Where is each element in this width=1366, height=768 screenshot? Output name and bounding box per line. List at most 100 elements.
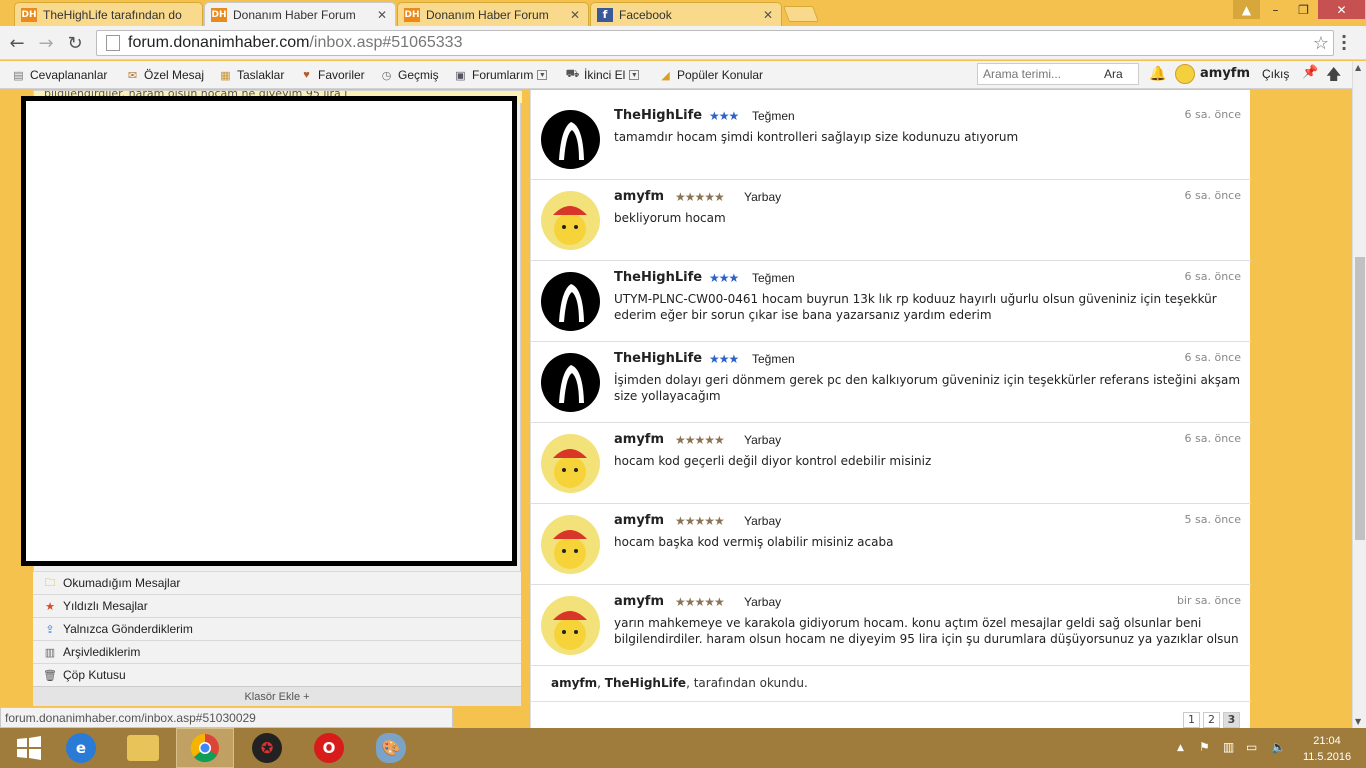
back-arrow-icon[interactable]: ← bbox=[6, 32, 28, 54]
thehighlife-avatar[interactable] bbox=[541, 353, 600, 412]
system-clock[interactable]: 21:04 11.5.2016 bbox=[1300, 733, 1354, 765]
nav-favoriler[interactable]: ♥ Favoriler bbox=[299, 66, 364, 84]
display-icon[interactable]: ▭ bbox=[1246, 740, 1257, 754]
minimize-button[interactable]: – bbox=[1262, 0, 1289, 19]
tab-thehighlife[interactable]: DH TheHighLife tarafından do bbox=[14, 2, 203, 26]
url-path: /inbox.asp#51065333 bbox=[309, 34, 463, 51]
rank-stars-icon: ★★★ bbox=[709, 352, 739, 366]
reader-name[interactable]: TheHighLife bbox=[605, 676, 686, 690]
nav-gecmis[interactable]: ◷ Geçmiş bbox=[379, 66, 439, 84]
file-explorer-taskbar[interactable] bbox=[114, 728, 172, 768]
dropdown-arrow-icon[interactable]: ▼ bbox=[629, 70, 640, 80]
chrome-menu-icon[interactable]: · · · bbox=[1341, 29, 1347, 57]
bookmark-star-icon[interactable]: ☆ bbox=[1313, 33, 1329, 54]
new-tab-button[interactable] bbox=[783, 6, 819, 22]
read-suffix: , tarafından okundu. bbox=[686, 676, 808, 690]
message-time: 6 sa. önce bbox=[1184, 189, 1241, 202]
amyfm-avatar[interactable] bbox=[541, 515, 600, 574]
message-author[interactable]: TheHighLife bbox=[614, 351, 702, 366]
tab-donanimhaber-active[interactable]: DH Donanım Haber Forum ✕ bbox=[204, 2, 396, 26]
nav-populer-konular[interactable]: ◢ Popüler Konular bbox=[658, 66, 763, 84]
message-author[interactable]: TheHighLife bbox=[614, 270, 702, 285]
maximize-button[interactable]: ❐ bbox=[1290, 0, 1317, 19]
message-text: hocam kod geçerli değil diyor kontrol ed… bbox=[614, 454, 932, 468]
reader-name[interactable]: amyfm bbox=[551, 676, 597, 690]
user-rank: Teğmen bbox=[752, 271, 795, 285]
page-scrollbar[interactable]: ▲ ▼ bbox=[1352, 61, 1366, 728]
bell-icon[interactable]: 🔔 bbox=[1149, 66, 1166, 82]
nav-cevaplananlar[interactable]: ▤ Cevaplananlar bbox=[11, 66, 107, 84]
nav-forumlarim[interactable]: ▣ Forumlarım ▼ bbox=[453, 66, 548, 84]
amyfm-avatar[interactable] bbox=[541, 596, 600, 655]
add-folder-button[interactable]: Klasör Ekle + bbox=[33, 686, 521, 706]
amyfm-avatar[interactable] bbox=[541, 191, 600, 250]
page-1-button[interactable]: 1 bbox=[1183, 712, 1200, 728]
message-text: hocam başka kod vermiş olabilir misiniz … bbox=[614, 535, 894, 549]
tab-donanimhaber[interactable]: DH Donanım Haber Forum ✕ bbox=[397, 2, 589, 26]
close-tab-icon[interactable]: ✕ bbox=[761, 8, 775, 22]
message-author[interactable]: amyfm bbox=[614, 189, 664, 204]
folder-unread[interactable]: 🗀 Okumadığım Mesajlar bbox=[33, 571, 521, 594]
message-item: amyfm ★★★★★ Yarbay 6 sa. önce hocam kod … bbox=[531, 423, 1251, 504]
nav-label: Forumlarım bbox=[472, 68, 534, 82]
network-icon[interactable]: ▥ bbox=[1223, 740, 1234, 754]
message-author[interactable]: amyfm bbox=[614, 594, 664, 609]
user-profile-icon[interactable]: ▲ bbox=[1233, 0, 1260, 19]
folder-starred[interactable]: ★ Yıldızlı Mesajlar bbox=[33, 594, 521, 617]
internet-explorer-taskbar[interactable]: e bbox=[52, 728, 110, 768]
clock-date: 11.5.2016 bbox=[1302, 751, 1352, 763]
page-3-button[interactable]: 3 bbox=[1223, 712, 1240, 728]
scroll-up-arrow-icon[interactable]: ▲ bbox=[1355, 63, 1361, 72]
search-input[interactable] bbox=[978, 67, 1104, 81]
nav-ozel-mesaj[interactable]: ✉ Özel Mesaj bbox=[125, 66, 204, 84]
user-rank: Teğmen bbox=[752, 352, 795, 366]
dh-favicon-icon: DH bbox=[21, 7, 37, 22]
forward-arrow-icon[interactable]: → bbox=[35, 32, 57, 54]
address-bar[interactable]: forum.donanimhaber.com/inbox.asp#5106533… bbox=[96, 30, 1334, 56]
close-tab-icon[interactable]: ✕ bbox=[375, 8, 389, 22]
thehighlife-avatar[interactable] bbox=[541, 272, 600, 331]
chrome-taskbar[interactable] bbox=[176, 728, 234, 768]
tab-facebook[interactable]: f Facebook ✕ bbox=[590, 2, 782, 26]
message-time: 6 sa. önce bbox=[1184, 108, 1241, 121]
scrollbar-thumb[interactable] bbox=[1355, 257, 1365, 540]
app-taskbar[interactable]: ✪ bbox=[238, 728, 296, 768]
tray-chevron-icon[interactable]: ▲ bbox=[1177, 743, 1184, 753]
folder-sent[interactable]: ⇪ Yalnızca Gönderdiklerim bbox=[33, 617, 521, 640]
start-button[interactable] bbox=[0, 728, 58, 768]
folder-archive[interactable]: ▥ Arşivlediklerim bbox=[33, 640, 521, 663]
read-receipt: amyfm, TheHighLife, tarafından okundu. bbox=[531, 666, 1251, 702]
close-tab-icon[interactable]: ✕ bbox=[568, 8, 582, 22]
user-avatar[interactable] bbox=[1175, 64, 1195, 84]
dropdown-arrow-icon[interactable]: ▼ bbox=[537, 70, 548, 80]
nav-label: İkinci El bbox=[584, 68, 626, 82]
message-author[interactable]: amyfm bbox=[614, 513, 664, 528]
opera-taskbar[interactable]: O bbox=[300, 728, 358, 768]
page-2-button[interactable]: 2 bbox=[1203, 712, 1220, 728]
scroll-top-icon[interactable]: 🡅 bbox=[1326, 64, 1341, 89]
folder-trash[interactable]: 🗑 Çöp Kutusu bbox=[33, 663, 521, 686]
close-window-button[interactable]: ✕ bbox=[1318, 0, 1365, 19]
thehighlife-avatar[interactable] bbox=[541, 110, 600, 169]
volume-icon[interactable]: 🔈 bbox=[1271, 740, 1286, 754]
url-host: forum.donanimhaber.com bbox=[128, 34, 310, 51]
amyfm-avatar[interactable] bbox=[541, 434, 600, 493]
scroll-down-arrow-icon[interactable]: ▼ bbox=[1355, 717, 1361, 726]
search-button[interactable]: Ara bbox=[1104, 67, 1123, 81]
nav-label: Taslaklar bbox=[237, 68, 285, 82]
paint-taskbar[interactable]: 🎨 bbox=[362, 728, 420, 768]
action-center-icon[interactable]: ⚑ bbox=[1199, 740, 1210, 754]
username-link[interactable]: amyfm bbox=[1200, 66, 1250, 81]
nav-ikinci-el[interactable]: ⛟ İkinci El ▼ bbox=[565, 66, 640, 84]
message-author[interactable]: TheHighLife bbox=[614, 108, 702, 123]
popular-icon: ◢ bbox=[661, 69, 670, 82]
nav-taslaklar[interactable]: ▦ Taslaklar bbox=[218, 66, 284, 84]
message-author[interactable]: amyfm bbox=[614, 432, 664, 447]
drafts-icon: ▦ bbox=[220, 69, 231, 82]
reload-icon[interactable]: ↻ bbox=[64, 32, 86, 54]
pin-icon[interactable]: 📌 bbox=[1302, 65, 1318, 80]
clock-time: 21:04 bbox=[1313, 735, 1341, 747]
nav-label: Özel Mesaj bbox=[144, 68, 205, 82]
chrome-icon bbox=[190, 733, 219, 763]
logout-link[interactable]: Çıkış bbox=[1262, 67, 1289, 81]
